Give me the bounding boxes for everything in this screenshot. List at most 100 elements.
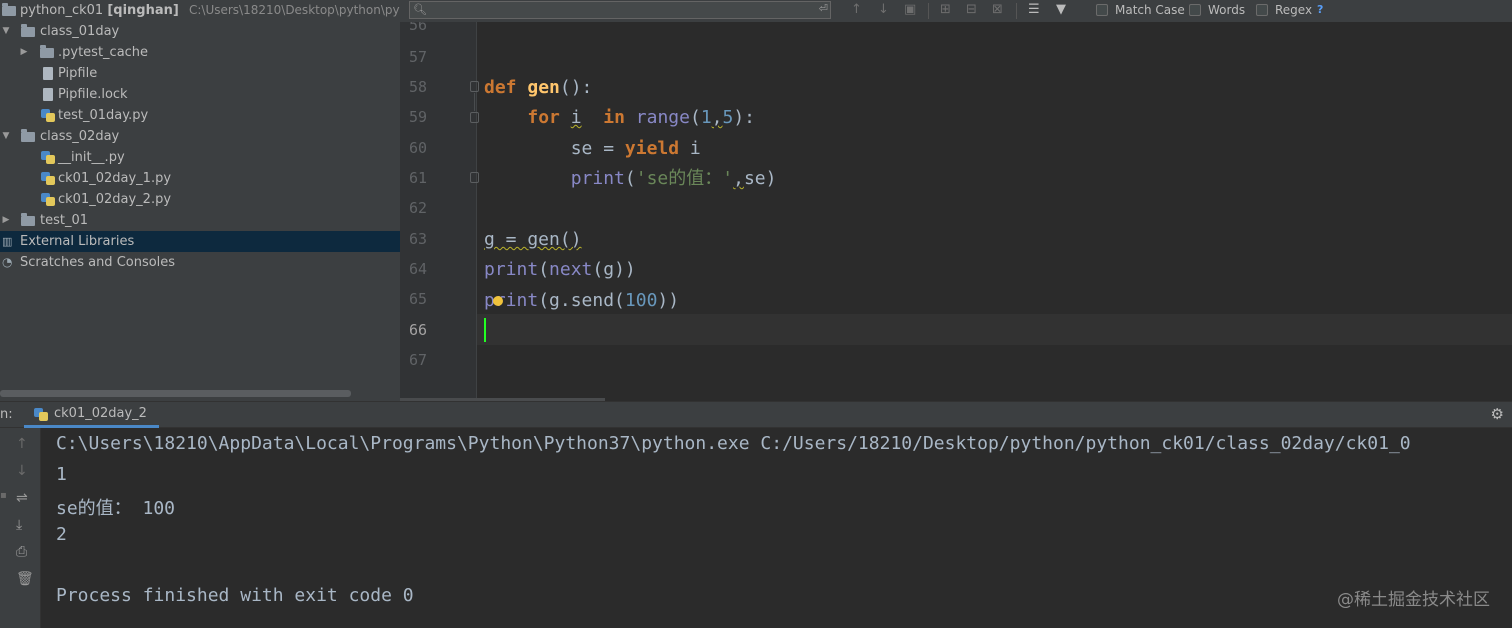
- folder-icon: [21, 213, 35, 226]
- tree-item-label: test_01day.py: [58, 108, 149, 123]
- print-icon[interactable]: ⎙: [16, 544, 27, 560]
- tree-item-scratches[interactable]: ◔ Scratches and Consoles: [0, 252, 400, 273]
- tree-item-class-01day[interactable]: ▼ class_01day: [0, 21, 400, 42]
- root-module: [qinghan]: [107, 3, 179, 18]
- run-tab[interactable]: ck01_02day_2: [24, 402, 159, 428]
- collapsed-arrow-icon[interactable]: ▶: [1, 210, 11, 231]
- token-keyword: def: [484, 77, 517, 98]
- console-command-line: C:\Users\18210\AppData\Local\Programs\Py…: [56, 433, 1411, 454]
- line-number: 58: [408, 78, 427, 96]
- search-icon[interactable]: 🔍︎: [413, 3, 427, 16]
- run-label: n:: [0, 407, 13, 422]
- text-caret: [484, 318, 486, 342]
- fold-end-marker-icon[interactable]: [470, 172, 479, 183]
- previous-occurrence-icon[interactable]: ↑: [851, 2, 862, 17]
- tree-item-label: ck01_02day_2.py: [58, 192, 172, 207]
- expanded-arrow-icon[interactable]: ▼: [1, 21, 11, 42]
- match-case-checkbox[interactable]: Match Case: [1096, 3, 1185, 17]
- token-string: 'se的值：': [635, 168, 734, 189]
- fold-guide: [474, 93, 475, 111]
- watermark: @稀土掘金技术社区: [1337, 590, 1490, 610]
- token-punctuation: (: [624, 168, 636, 189]
- token-number: 100: [624, 290, 658, 311]
- line-number: 60: [408, 139, 427, 157]
- tree-item-ck01-02day-2[interactable]: ck01_02day_2.py: [0, 189, 400, 210]
- code-line-64: print(next(g)): [484, 255, 636, 285]
- regex-help-link[interactable]: ?: [1317, 3, 1323, 16]
- tree-item-pytest-cache[interactable]: ▶ .pytest_cache: [0, 42, 400, 63]
- scratches-icon: ◔: [2, 255, 13, 269]
- fold-marker-icon[interactable]: [470, 112, 479, 123]
- next-occurrence-icon[interactable]: ↓: [878, 2, 889, 17]
- tree-item-label: Scratches and Consoles: [20, 255, 176, 270]
- token-method-call: (g.send(: [538, 290, 625, 311]
- gear-icon[interactable]: ⚙: [1491, 405, 1504, 423]
- filter-icon[interactable]: ▼: [1056, 2, 1066, 17]
- tree-item-external-libraries[interactable]: ▥ External Libraries: [0, 231, 400, 252]
- regex-checkbox[interactable]: Regex: [1256, 3, 1312, 17]
- python-file-icon: [41, 109, 55, 122]
- soft-wrap-icon[interactable]: ⇌: [16, 490, 28, 506]
- checkbox-box[interactable]: [1096, 4, 1108, 16]
- checkbox-box[interactable]: [1256, 4, 1268, 16]
- token-punctuation: ,: [733, 168, 744, 189]
- context-icon[interactable]: ☰: [1028, 2, 1040, 17]
- tree-item-test-01[interactable]: ▶ test_01: [0, 210, 400, 231]
- file-icon: [43, 67, 53, 80]
- token-builtin: next: [549, 259, 593, 280]
- console-output[interactable]: C:\Users\18210\AppData\Local\Programs\Py…: [41, 428, 1512, 628]
- search-input[interactable]: [430, 2, 810, 18]
- tree-item-pipfile-lock[interactable]: Pipfile.lock: [0, 84, 400, 105]
- tree-item-label: class_01day: [40, 24, 120, 39]
- console-output-line: se的值： 100: [56, 498, 176, 519]
- collapsed-arrow-icon[interactable]: ▶: [19, 42, 29, 63]
- toolbar-separator: [1016, 3, 1017, 19]
- line-number: 59: [408, 108, 427, 126]
- library-icon: ▥: [2, 235, 13, 248]
- tree-item-class-02day[interactable]: ▼ class_02day: [0, 126, 400, 147]
- token-punctuation: )): [657, 290, 680, 311]
- code-editor[interactable]: 56 57 58 59 60 61 62 63 64 65 66 67 def …: [400, 22, 1512, 398]
- side-marker-icon: ▪: [0, 490, 7, 501]
- intention-bulb-icon[interactable]: [493, 296, 503, 306]
- token-number: 1: [700, 107, 712, 128]
- root-name: python_ck01: [20, 3, 104, 18]
- token-variable: se: [743, 168, 766, 189]
- checkbox-box[interactable]: [1189, 4, 1201, 16]
- add-selection-icon[interactable]: ⊞: [940, 2, 951, 17]
- line-number: 63: [408, 230, 427, 248]
- remove-selection-icon[interactable]: ⊟: [966, 2, 977, 17]
- root-path: C:\Users\18210\Desktop\python\pyth: [188, 3, 400, 17]
- newline-icon[interactable]: ⏎: [819, 2, 828, 15]
- console-output-line: 2: [56, 524, 67, 545]
- tree-item-pipfile[interactable]: Pipfile: [0, 63, 400, 84]
- expanded-arrow-icon[interactable]: ▼: [1, 126, 11, 147]
- code-line-58: def gen():: [484, 73, 592, 103]
- words-label: Words: [1208, 3, 1246, 17]
- scroll-up-icon[interactable]: ↑: [16, 436, 28, 452]
- select-all-occurrences-icon[interactable]: ⊠: [992, 2, 1003, 17]
- tree-item-ck01-02day-1[interactable]: ck01_02day_1.py: [0, 168, 400, 189]
- scroll-to-end-icon[interactable]: ⤓: [16, 517, 22, 533]
- code-line-60: se = yield i: [484, 134, 701, 164]
- search-box[interactable]: 🔍︎ ⏎: [409, 1, 831, 19]
- tree-item-test-01day[interactable]: test_01day.py: [0, 105, 400, 126]
- tree-item-label: Pipfile.lock: [58, 87, 128, 102]
- fold-marker-icon[interactable]: [470, 81, 479, 92]
- token-statement: g = gen(): [484, 229, 582, 250]
- line-number: 65: [408, 290, 427, 308]
- current-line-highlight: [400, 314, 1512, 345]
- project-horizontal-scrollbar[interactable]: [0, 390, 351, 397]
- find-in-window-icon[interactable]: ▣: [904, 2, 916, 17]
- token-punctuation: (: [538, 259, 550, 280]
- token-punctuation: ,: [711, 107, 723, 128]
- project-panel: python_ck01 [qinghan] C:\Users\18210\Des…: [0, 0, 400, 401]
- tree-item-label: __init__.py: [58, 150, 125, 165]
- tree-root[interactable]: python_ck01 [qinghan] C:\Users\18210\Des…: [0, 0, 400, 21]
- code-line-65: print(g.send(100)): [484, 286, 679, 316]
- tree-item-init[interactable]: __init__.py: [0, 147, 400, 168]
- scroll-down-icon[interactable]: ↓: [16, 463, 28, 479]
- words-checkbox[interactable]: Words: [1189, 3, 1245, 17]
- trash-icon[interactable]: 🗑︎: [16, 571, 34, 587]
- tree-item-label: External Libraries: [20, 234, 135, 249]
